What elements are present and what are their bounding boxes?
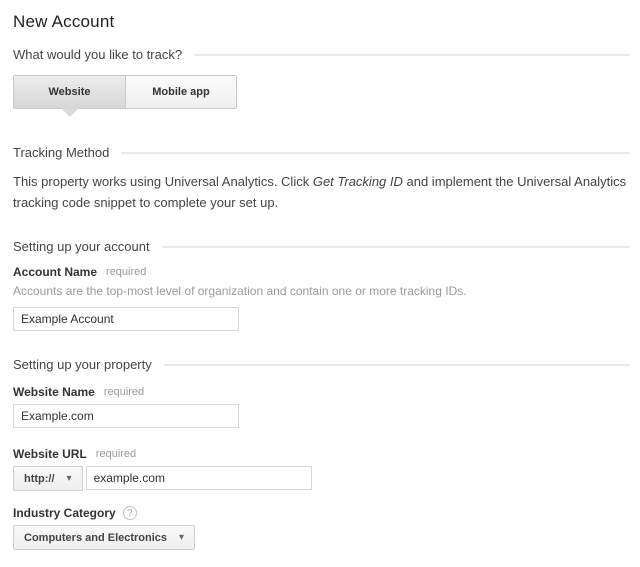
account-name-help-text: Accounts are the top-most level of organ… bbox=[13, 284, 630, 298]
website-name-label: Website Name bbox=[13, 385, 95, 399]
spacer bbox=[13, 491, 630, 506]
industry-category-value: Computers and Electronics bbox=[24, 532, 167, 544]
spacer bbox=[13, 254, 630, 265]
required-tag: required bbox=[104, 386, 144, 398]
tracking-method-description: This property works using Universal Anal… bbox=[13, 171, 629, 213]
account-name-input[interactable] bbox=[13, 307, 239, 331]
divider-line bbox=[194, 54, 630, 56]
website-url-label-row: Website URL required bbox=[13, 447, 630, 461]
get-tracking-id-text: Get Tracking ID bbox=[313, 174, 403, 189]
property-setup-section: Setting up your property Website Name re… bbox=[13, 357, 630, 567]
spacer bbox=[13, 331, 630, 357]
required-tag: required bbox=[106, 266, 146, 278]
chevron-down-icon: ▾ bbox=[67, 473, 72, 484]
chevron-down-icon: ▾ bbox=[179, 532, 184, 543]
track-type-tabs: Website Mobile app bbox=[13, 75, 630, 109]
divider-line bbox=[121, 152, 630, 154]
tab-website[interactable]: Website bbox=[14, 76, 125, 108]
section-heading-tracking-method: Tracking Method bbox=[13, 145, 109, 160]
section-header-track: What would you like to track? bbox=[13, 47, 630, 62]
divider-line bbox=[164, 364, 630, 366]
spacer bbox=[13, 428, 630, 447]
tab-group: Website Mobile app bbox=[13, 75, 237, 109]
url-protocol-value: http:// bbox=[24, 473, 55, 485]
spacer bbox=[13, 550, 630, 567]
website-name-input[interactable] bbox=[13, 404, 239, 428]
website-name-label-row: Website Name required bbox=[13, 385, 630, 399]
account-name-label-row: Account Name required bbox=[13, 265, 630, 279]
section-heading-property: Setting up your property bbox=[13, 357, 152, 372]
section-header-property: Setting up your property bbox=[13, 357, 630, 372]
website-url-input[interactable] bbox=[86, 466, 312, 490]
tab-website-label: Website bbox=[49, 86, 91, 98]
section-header-account: Setting up your account bbox=[13, 239, 630, 254]
website-url-label: Website URL bbox=[13, 447, 87, 461]
tab-mobile-app[interactable]: Mobile app bbox=[125, 76, 236, 108]
account-name-label: Account Name bbox=[13, 265, 97, 279]
tab-mobile-app-label: Mobile app bbox=[152, 86, 209, 98]
divider-line bbox=[162, 246, 630, 248]
url-protocol-dropdown[interactable]: http:// ▾ bbox=[13, 466, 83, 491]
tracking-method-text-pre: This property works using Universal Anal… bbox=[13, 174, 313, 189]
industry-label-row: Industry Category ? bbox=[13, 506, 630, 520]
industry-category-label: Industry Category bbox=[13, 506, 116, 520]
section-heading-account: Setting up your account bbox=[13, 239, 150, 254]
help-icon[interactable]: ? bbox=[123, 506, 137, 520]
section-header-tracking-method: Tracking Method bbox=[13, 145, 630, 160]
tracking-method-section: Tracking Method This property works usin… bbox=[13, 145, 630, 213]
spacer bbox=[13, 372, 630, 385]
page-title: New Account bbox=[13, 12, 630, 32]
industry-category-dropdown[interactable]: Computers and Electronics ▾ bbox=[13, 525, 195, 550]
section-heading-track: What would you like to track? bbox=[13, 47, 182, 62]
account-setup-section: Setting up your account Account Name req… bbox=[13, 239, 630, 331]
spacer bbox=[13, 213, 630, 239]
new-account-page: New Account What would you like to track… bbox=[0, 0, 640, 567]
required-tag: required bbox=[96, 448, 136, 460]
website-url-row: http:// ▾ bbox=[13, 466, 630, 491]
